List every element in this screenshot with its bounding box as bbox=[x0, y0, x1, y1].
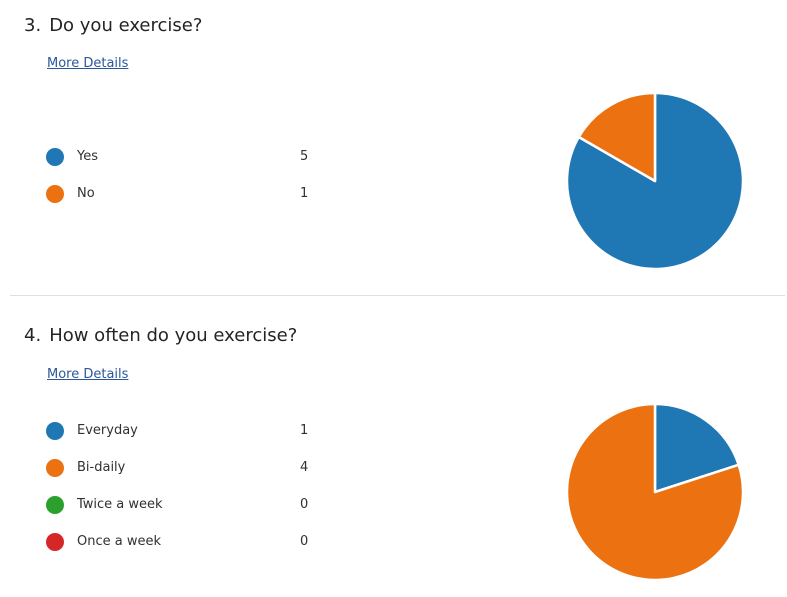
legend-swatch bbox=[46, 459, 64, 477]
question-text: Do you exercise? bbox=[49, 15, 203, 36]
legend-count: 1 bbox=[300, 186, 309, 201]
legend-item-twice-a-week: Twice a week 0 bbox=[46, 496, 336, 533]
more-details-link[interactable]: More Details bbox=[47, 367, 128, 382]
question-number: 3. bbox=[24, 15, 42, 36]
legend-item-once-a-week: Once a week 0 bbox=[46, 533, 336, 570]
legend-count: 5 bbox=[300, 149, 309, 164]
legend-label: Twice a week bbox=[77, 497, 163, 512]
legend-label: Everyday bbox=[77, 423, 138, 438]
legend-count: 0 bbox=[300, 497, 309, 512]
legend-swatch bbox=[46, 533, 64, 551]
chart-legend: Yes 5 No 1 bbox=[46, 148, 336, 222]
legend-item-no: No 1 bbox=[46, 185, 336, 222]
legend-label: Bi-daily bbox=[77, 460, 126, 475]
question-title: 4. How often do you exercise? bbox=[24, 325, 297, 346]
pie-chart bbox=[565, 402, 745, 582]
more-details-link[interactable]: More Details bbox=[47, 56, 128, 71]
question-number: 4. bbox=[24, 325, 42, 346]
legend-label: No bbox=[77, 186, 95, 201]
legend-swatch bbox=[46, 148, 64, 166]
legend-count: 4 bbox=[300, 460, 309, 475]
question-title: 3. Do you exercise? bbox=[24, 15, 202, 36]
legend-count: 0 bbox=[300, 534, 309, 549]
legend-count: 1 bbox=[300, 423, 309, 438]
legend-label: Yes bbox=[77, 149, 98, 164]
question-4: 4. How often do you exercise? More Detail… bbox=[0, 296, 787, 597]
legend-swatch bbox=[46, 422, 64, 440]
question-3: 3. Do you exercise? More Details Yes 5 No… bbox=[0, 0, 787, 295]
legend-label: Once a week bbox=[77, 534, 162, 549]
legend-item-everyday: Everyday 1 bbox=[46, 422, 336, 459]
legend-item-yes: Yes 5 bbox=[46, 148, 336, 185]
pie-chart bbox=[565, 91, 745, 271]
legend-item-bi-daily: Bi-daily 4 bbox=[46, 459, 336, 496]
legend-swatch bbox=[46, 496, 64, 514]
chart-legend: Everyday 1 Bi-daily 4 Twice a week 0 Onc… bbox=[46, 422, 336, 570]
legend-swatch bbox=[46, 185, 64, 203]
question-text: How often do you exercise? bbox=[49, 325, 298, 346]
